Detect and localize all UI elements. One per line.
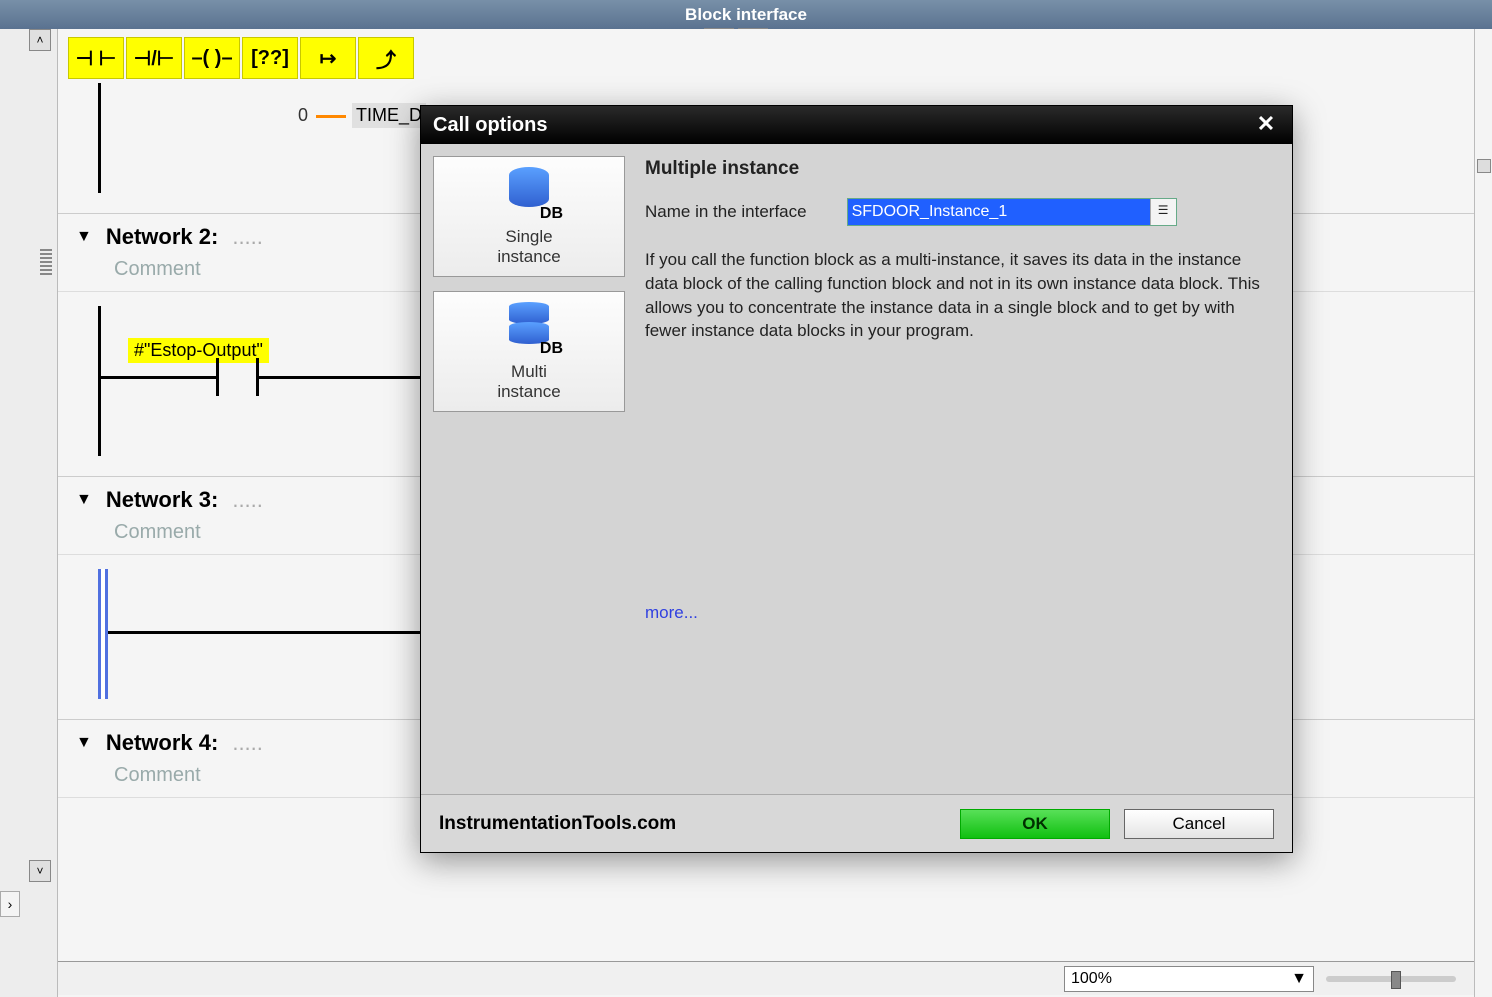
param-connector-icon: [316, 115, 346, 118]
more-link[interactable]: more...: [645, 603, 698, 623]
network-3-title: Network 3:: [106, 487, 218, 513]
tool-branch-open[interactable]: ↦: [300, 37, 356, 79]
collapse-caret-icon[interactable]: ▼: [76, 734, 92, 752]
collapse-caret-icon[interactable]: ▼: [76, 491, 92, 509]
network-4-subtitle: .....: [232, 730, 263, 756]
multi-instance-description: If you call the function block as a mult…: [645, 248, 1265, 343]
dialog-heading: Multiple instance: [645, 158, 1274, 180]
network-4-title: Network 4:: [106, 730, 218, 756]
tool-no-contact[interactable]: ⊣ ⊢: [68, 37, 124, 79]
no-contact-left-icon: [216, 358, 219, 396]
close-icon[interactable]: ✕: [1252, 111, 1280, 139]
zoom-slider[interactable]: [1326, 976, 1456, 982]
power-rail-icon: [98, 83, 101, 193]
scroll-down-button[interactable]: ˅: [29, 860, 51, 882]
cancel-button[interactable]: Cancel: [1124, 809, 1274, 839]
contact-tag-estop[interactable]: #"Estop-Output": [128, 338, 269, 363]
expand-tab[interactable]: ›: [0, 891, 20, 917]
tool-empty-box[interactable]: [??]: [242, 37, 298, 79]
interface-name-input[interactable]: [848, 199, 1150, 225]
collapse-caret-icon[interactable]: ▼: [76, 228, 92, 246]
zoom-select[interactable]: 100% ▼: [1064, 966, 1314, 992]
name-label: Name in the interface: [645, 202, 807, 222]
network-3-subtitle: .....: [232, 487, 263, 513]
multi-instance-option[interactable]: DB Multi instance: [433, 291, 625, 412]
tool-branch-close[interactable]: ⤴: [358, 37, 414, 79]
param-zero: 0: [298, 105, 308, 126]
db-multi-icon: DB: [499, 302, 559, 356]
single-instance-option[interactable]: DB Single instance: [433, 156, 625, 277]
instance-option-list: DB Single instance DB Multi instance: [429, 152, 629, 786]
dialog-content: Multiple instance Name in the interface …: [635, 152, 1284, 786]
dialog-titlebar[interactable]: Call options ✕: [421, 106, 1292, 144]
dialog-footer: InstrumentationTools.com OK Cancel: [421, 794, 1292, 852]
right-gutter: [1474, 29, 1492, 997]
network-2-title: Network 2:: [106, 224, 218, 250]
ladder-toolbar: ⊣ ⊢ ⊣/⊢ –( )– [??] ↦ ⤴: [58, 29, 1474, 83]
ok-button[interactable]: OK: [960, 809, 1110, 839]
network-2-subtitle: .....: [232, 224, 263, 250]
db-single-icon: DB: [499, 167, 559, 221]
selected-power-rail-icon: [98, 569, 108, 699]
chevron-down-icon: ▼: [1291, 970, 1307, 988]
power-rail-icon: [98, 306, 101, 456]
watermark-text: InstrumentationTools.com: [439, 813, 676, 835]
dialog-title-text: Call options: [433, 114, 547, 137]
left-gutter: ˄ ˅ ›: [0, 29, 58, 997]
multi-instance-label-2: instance: [497, 382, 560, 401]
time-block-label[interactable]: TIME_D: [352, 103, 426, 128]
single-instance-label-1: Single: [505, 227, 552, 246]
right-gutter-handle[interactable]: [1477, 159, 1491, 173]
tool-coil[interactable]: –( )–: [184, 37, 240, 79]
scroll-up-button[interactable]: ˄: [29, 29, 51, 51]
wire-icon: [108, 631, 428, 634]
tool-nc-contact[interactable]: ⊣/⊢: [126, 37, 182, 79]
multi-instance-label-1: Multi: [511, 362, 547, 381]
zoom-bar: 100% ▼: [58, 961, 1474, 995]
header-title: Block interface: [685, 5, 807, 24]
block-interface-header: Block interface ▴ ▾: [0, 0, 1492, 29]
wire-icon: [101, 376, 216, 379]
browse-instance-button[interactable]: ☰: [1150, 199, 1176, 225]
zoom-value: 100%: [1071, 970, 1112, 988]
single-instance-label-2: instance: [497, 247, 560, 266]
call-options-dialog: Call options ✕ DB Single instance DB: [420, 105, 1293, 853]
name-input-wrap: ☰: [847, 198, 1177, 226]
gutter-grip-icon: [40, 249, 52, 277]
